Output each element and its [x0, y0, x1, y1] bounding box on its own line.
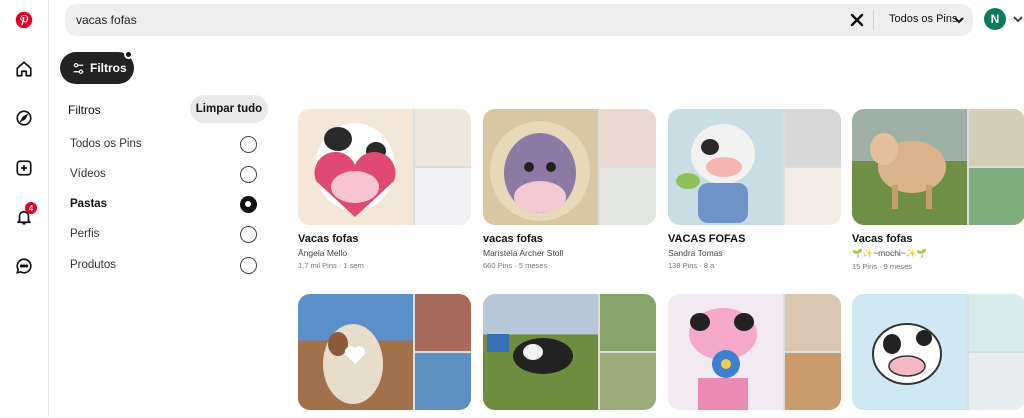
board-card[interactable] [852, 294, 1024, 418]
board-owner: 🌱✨~mochi~✨🌱 [852, 248, 927, 258]
board-title[interactable]: Vacas fofas [852, 233, 1024, 245]
sliders-icon [73, 62, 84, 74]
board-cover-image [298, 109, 413, 225]
chevron-down-icon[interactable] [953, 14, 965, 26]
board-collage[interactable] [852, 109, 1024, 225]
board-meta: 1,7 mil Pins · 1 sem [298, 261, 364, 270]
board-meta: 138 Pins · 8 a [668, 261, 715, 270]
pinterest-logo-icon[interactable] [12, 8, 36, 32]
filter-option-label: Pastas [70, 198, 108, 210]
board-card[interactable]: VACAS FOFAS Sandra Tomas 138 Pins · 8 a [668, 109, 841, 270]
board-collage[interactable] [298, 109, 471, 225]
board-title[interactable]: vacas fofas [483, 233, 656, 245]
board-thumb-image [969, 168, 1024, 225]
clear-all-button[interactable]: Limpar tudo [190, 95, 268, 123]
board-card[interactable]: Vacas fofas Ângela Mello 1,7 mil Pins · … [298, 109, 471, 270]
filter-option-label: Todos os Pins [70, 138, 142, 150]
board-title[interactable]: Vacas fofas [298, 233, 471, 245]
filters-button[interactable]: Filtros [60, 52, 134, 84]
search-divider [873, 10, 874, 30]
board-card[interactable] [298, 294, 471, 418]
account-menu-chevron-icon[interactable] [1012, 13, 1024, 25]
filter-option-boards[interactable]: Pastas [70, 194, 260, 216]
messages-icon[interactable] [12, 254, 36, 278]
board-owner: Maristela Archer Stoll [483, 248, 564, 258]
board-thumb-image [785, 109, 841, 166]
radio-button-selected[interactable] [240, 196, 257, 213]
board-thumb-image [600, 168, 656, 225]
board-thumb-image [415, 109, 471, 166]
board-meta: 15 Pins · 9 meses [852, 262, 913, 271]
filter-option-label: Vídeos [70, 168, 106, 180]
board-thumb-image [785, 353, 841, 410]
notifications-icon[interactable]: 4 [12, 202, 37, 229]
board-collage[interactable] [483, 109, 656, 225]
radio-button[interactable] [240, 226, 257, 243]
board-thumb-image [600, 109, 656, 166]
active-filter-indicator [124, 50, 133, 59]
board-thumb-image [600, 353, 656, 410]
board-cover-image [852, 294, 967, 410]
board-card[interactable] [483, 294, 656, 418]
radio-button[interactable] [240, 166, 257, 183]
home-icon[interactable] [12, 57, 36, 81]
explore-icon[interactable] [12, 106, 36, 130]
board-collage[interactable] [668, 294, 841, 410]
radio-button[interactable] [240, 257, 257, 274]
create-icon[interactable] [12, 156, 36, 180]
board-card[interactable]: Vacas fofas 🌱✨~mochi~✨🌱 15 Pins · 9 mese… [852, 109, 1024, 271]
board-cover-image [852, 109, 967, 225]
board-title[interactable]: VACAS FOFAS [668, 233, 841, 245]
filter-option-profiles[interactable]: Perfis [70, 224, 260, 246]
filter-option-all-pins[interactable]: Todos os Pins [70, 134, 260, 156]
board-thumb-image [785, 168, 841, 225]
board-cover-image [483, 294, 598, 410]
board-thumb-image [969, 353, 1024, 410]
board-collage[interactable] [298, 294, 471, 410]
board-thumb-image [600, 294, 656, 351]
board-cover-image [668, 109, 783, 225]
board-cover-image [298, 294, 413, 410]
board-cover-image [668, 294, 783, 410]
board-thumb-image [415, 294, 471, 351]
board-meta: 660 Pins · 5 meses [483, 261, 548, 270]
radio-button[interactable] [240, 136, 257, 153]
board-collage[interactable] [852, 294, 1024, 410]
search-bar[interactable]: vacas fofas Todos os Pins [65, 4, 973, 36]
board-cover-image [483, 109, 598, 225]
filter-option-label: Perfis [70, 228, 100, 240]
avatar[interactable]: N [984, 8, 1006, 30]
board-thumb-image [969, 109, 1024, 166]
search-input[interactable]: vacas fofas [76, 13, 137, 27]
board-owner: Sandra Tomas [668, 248, 723, 258]
board-collage[interactable] [483, 294, 656, 410]
board-thumb-image [785, 294, 841, 351]
left-nav-rail: 4 [0, 0, 49, 417]
board-thumb-image [415, 353, 471, 410]
board-owner: Ângela Mello [298, 248, 348, 258]
filter-option-videos[interactable]: Vídeos [70, 164, 260, 186]
filter-option-products[interactable]: Produtos [70, 255, 260, 277]
board-collage[interactable] [668, 109, 841, 225]
board-thumb-image [415, 168, 471, 225]
filter-panel-title: Filtros [68, 103, 101, 117]
notification-badge: 4 [25, 202, 37, 214]
filters-button-label: Filtros [90, 61, 127, 75]
board-thumb-image [969, 294, 1024, 351]
clear-search-icon[interactable] [847, 10, 867, 30]
board-card[interactable] [668, 294, 841, 418]
search-scope-dropdown[interactable]: Todos os Pins [889, 13, 957, 25]
filter-option-label: Produtos [70, 259, 117, 271]
board-card[interactable]: vacas fofas Maristela Archer Stoll 660 P… [483, 109, 656, 270]
